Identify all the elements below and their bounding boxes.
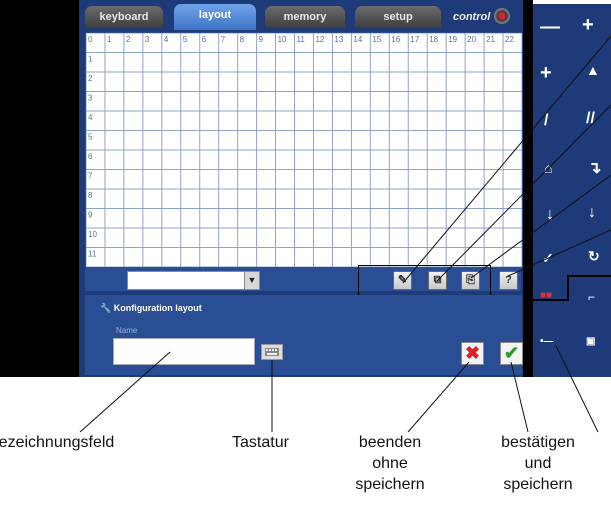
eraser-button[interactable]: ✎ [393, 271, 412, 290]
config-title: 🔧 Konfiguration layout [100, 303, 202, 314]
callout-name-field: Bezeichnungsfeld [0, 434, 115, 451]
keyboard-button[interactable] [261, 344, 283, 360]
grid-row-header: 4 [88, 113, 93, 122]
grid-column-header: 10 [278, 35, 287, 44]
layout-grid[interactable]: 0 1 2 3 4 5 6 7 8 9 10 11 12 13 14 15 16 17 18 19 20 21 22 1 2 3 4… [85, 32, 523, 268]
control-label: control [453, 11, 491, 23]
eraser-icon: ✎ [397, 274, 408, 286]
paste-icon: ⎘ [466, 274, 475, 286]
down-right-icon[interactable]: ↴ [588, 158, 601, 178]
grid-column-header: 12 [315, 35, 324, 44]
grid-row-header: 2 [88, 74, 93, 83]
check-side-icon[interactable]: ✓ [542, 250, 554, 267]
step-icon[interactable]: ⌐ [588, 290, 595, 304]
close-icon: ✖ [464, 343, 481, 363]
up-arrow-icon[interactable]: ▲ [586, 62, 600, 78]
callout-keyboard: Tastatur [232, 434, 289, 451]
flag-icon[interactable]: ■■ [540, 290, 552, 301]
name-label: Name [116, 326, 138, 335]
grid-column-header: 15 [372, 35, 381, 44]
callout-confirm-line2: und [524, 455, 552, 472]
grid-column-header: 7 [221, 35, 226, 44]
plus-icon[interactable]: + [582, 14, 594, 37]
side-panel [531, 4, 611, 377]
grid-column-header: 22 [505, 35, 514, 44]
tab-keyboard[interactable]: keyboard [85, 6, 163, 28]
copy-button[interactable]: ⧉ [428, 271, 447, 290]
slash-icon[interactable]: / [544, 112, 548, 130]
tab-memory[interactable]: memory [265, 6, 345, 28]
grid-column-header: 9 [259, 35, 264, 44]
wrench-icon: 🔧 [100, 303, 114, 313]
grid-column-header: 1 [107, 35, 112, 44]
grid-row-header: 10 [88, 230, 97, 239]
paste-button[interactable]: ⎘ [461, 271, 480, 290]
grid-column-header: 6 [202, 35, 207, 44]
grid-column-header: 4 [164, 35, 169, 44]
callout-confirm-line1: bestätigen [501, 434, 575, 451]
grid-column-header: 14 [353, 35, 362, 44]
layout-select[interactable] [127, 271, 259, 290]
grid-column-header: 13 [334, 35, 343, 44]
config-title-text: Konfiguration layout [113, 303, 202, 313]
minus-icon[interactable]: — [540, 16, 560, 39]
left-black-margin [0, 0, 79, 377]
tab-setup[interactable]: setup [355, 6, 441, 28]
double-slash-icon[interactable]: // [586, 110, 595, 128]
grid-column-header: 0 [88, 35, 93, 44]
grid-column-header: 8 [240, 35, 245, 44]
grid-column-header: 17 [410, 35, 419, 44]
grid-column-header: 3 [145, 35, 150, 44]
callout-cancel-line2: ohne [372, 455, 408, 472]
tab-layout[interactable]: layout [174, 4, 256, 30]
screenshot: keyboard layout memory setup control 012… [0, 0, 611, 509]
keyboard-icon [265, 348, 279, 356]
callout-confirm-line3: speichern [503, 476, 573, 493]
grid-column-header: 11 [297, 35, 306, 44]
connector-icon[interactable]: ▣ [586, 336, 595, 347]
grid-row-header: 6 [88, 152, 93, 161]
plus-large-icon[interactable]: + [540, 62, 552, 85]
grid-column-header: 2 [126, 35, 131, 44]
grid-column-header: 19 [448, 35, 457, 44]
grid-row-header: 7 [88, 172, 93, 181]
grid-column-header: 5 [183, 35, 188, 44]
chevron-down-icon[interactable]: ▼ [244, 271, 260, 290]
grid-column-header: 20 [467, 35, 476, 44]
callout-confirm: bestätigen und speichern [483, 432, 593, 495]
grid-row-header: 5 [88, 133, 93, 142]
dot-line-icon[interactable]: •— [540, 336, 554, 347]
grid-column-header: 16 [391, 35, 400, 44]
home-icon[interactable]: ⌂ [544, 160, 552, 176]
check-icon: ✔ [503, 343, 520, 363]
grid-row-header: 8 [88, 191, 93, 200]
down-arrow-icon[interactable]: ↓ [546, 206, 554, 224]
grid-row-header: 9 [88, 211, 93, 220]
confirm-button[interactable]: ✔ [500, 342, 523, 365]
copy-icon: ⧉ [433, 274, 442, 286]
grid-column-header: 18 [429, 35, 438, 44]
down-arrow-2-icon[interactable]: ↓ [588, 204, 596, 222]
cancel-button[interactable]: ✖ [461, 342, 484, 365]
grid-row-header: 1 [88, 55, 93, 64]
name-field[interactable] [113, 338, 255, 365]
grid-column-header: 21 [486, 35, 495, 44]
help-button[interactable]: ? [499, 271, 518, 290]
grid-row-header: 3 [88, 94, 93, 103]
callout-cancel-line3: speichern [355, 476, 425, 493]
callout-cancel: beenden ohne speichern [335, 432, 445, 495]
callout-cancel-line1: beenden [358, 434, 422, 451]
rotate-icon[interactable]: ↻ [588, 248, 600, 265]
layout-grid-canvas[interactable]: 0 1 2 3 4 5 6 7 8 9 10 11 12 13 14 15 16 17 18 19 20 21 221234… [86, 33, 522, 267]
grid-row-header: 11 [88, 250, 97, 259]
control-knob-icon[interactable] [494, 8, 510, 24]
